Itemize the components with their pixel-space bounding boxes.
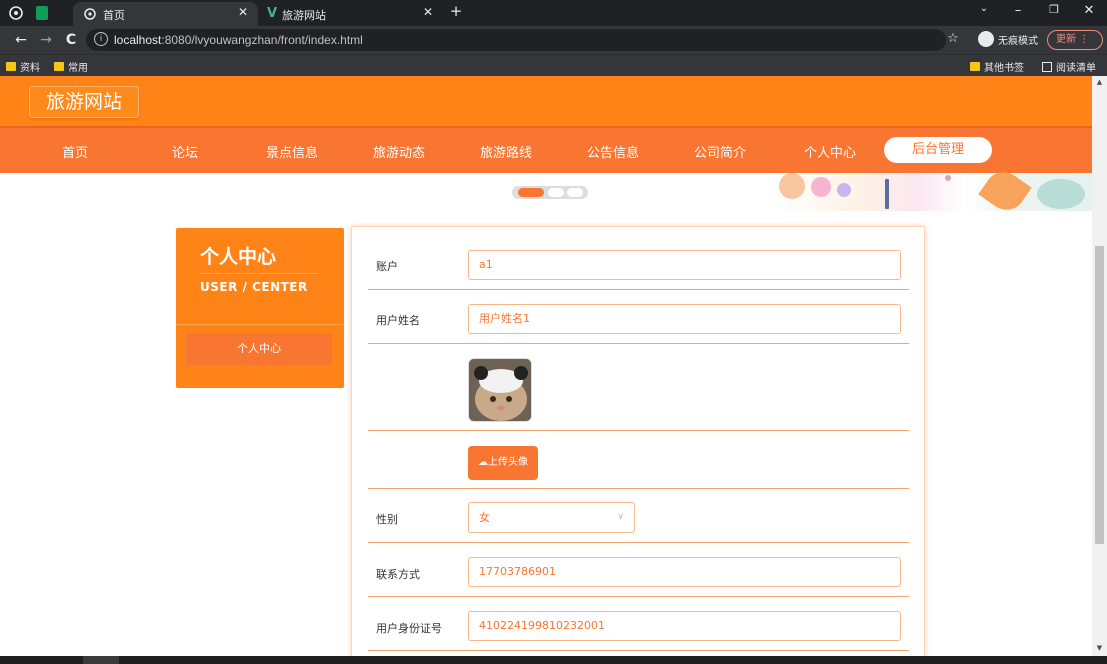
form-row-avatar <box>368 344 909 431</box>
avatar <box>468 358 532 422</box>
site-header: 旅游网站 <box>0 76 1092 126</box>
upload-avatar-button[interactable]: ☁上传头像 <box>468 446 538 480</box>
account-input[interactable]: a1 <box>468 250 901 280</box>
sidebar: 个人中心 USER / CENTER 个人中心 <box>176 228 344 388</box>
scroll-thumb[interactable] <box>1095 246 1104 544</box>
tab-travel-site[interactable]: V 旅游网站 ✕ <box>258 2 438 26</box>
phone-input[interactable]: 17703786901 <box>468 557 901 587</box>
other-bookmarks[interactable]: 其他书签 <box>970 59 1024 74</box>
nav-travel-routes[interactable]: 旅游路线 <box>480 142 532 161</box>
os-taskbar <box>0 656 1107 664</box>
sidebar-title: 个人中心 <box>200 246 277 268</box>
id-number-label: 用户身份证号 <box>376 622 442 635</box>
tab-close-icon[interactable]: ✕ <box>420 5 436 19</box>
browser-tab-bar: 首页 ✕ V 旅游网站 ✕ + ⌄ – ❐ ✕ <box>0 0 1107 26</box>
tab-title: 首页 <box>103 10 125 22</box>
scroll-down-icon[interactable]: ▼ <box>1095 644 1104 652</box>
divider <box>176 324 344 325</box>
folder-icon <box>970 62 980 71</box>
page-scrollbar[interactable]: ▲ ▼ <box>1092 76 1107 656</box>
form-row-id-number: 用户身份证号 410224199810232001 <box>368 597 909 651</box>
address-bar: ← → C i localhost:8080/lvyouwangzhan/fro… <box>0 26 1107 54</box>
incognito-icon[interactable] <box>978 31 994 47</box>
carousel-dot[interactable] <box>548 188 564 197</box>
incognito-label: 无痕模式 <box>998 36 1038 47</box>
info-icon[interactable]: i <box>94 32 108 46</box>
account-label: 账户 <box>376 260 398 273</box>
carousel-dot[interactable] <box>567 188 583 197</box>
nav-company-intro[interactable]: 公司简介 <box>694 142 746 161</box>
nav-home[interactable]: 首页 <box>62 142 88 161</box>
form-row-upload: ☁上传头像 <box>368 431 909 489</box>
reading-list[interactable]: 阅读清单 <box>1042 59 1096 74</box>
nav-personal-center[interactable]: 个人中心 <box>804 142 856 161</box>
sheets-app-icon[interactable] <box>36 6 48 20</box>
folder-icon <box>6 62 16 71</box>
form-row-phone: 联系方式 17703786901 <box>368 543 909 597</box>
taskbar-item[interactable] <box>83 656 119 664</box>
divider <box>200 273 320 274</box>
back-icon[interactable]: ← <box>12 31 30 49</box>
name-input[interactable]: 用户姓名1 <box>468 304 901 334</box>
tab-home[interactable]: 首页 ✕ <box>73 2 258 26</box>
profile-form: 账户 a1 用户姓名 用户姓名1 ☁上传头像 性别 女 ∨ 联系方式 17703… <box>351 226 925 656</box>
sidebar-item-personal-center[interactable]: 个人中心 <box>186 333 332 365</box>
carousel-dot-active[interactable] <box>518 188 544 197</box>
form-row-account: 账户 a1 <box>368 227 909 290</box>
gender-label: 性别 <box>376 513 398 526</box>
cloud-upload-icon: ☁ <box>478 457 488 468</box>
vue-logo-icon: V <box>266 5 278 21</box>
url-input[interactable]: i localhost:8080/lvyouwangzhan/front/ind… <box>86 29 959 51</box>
nav-attractions[interactable]: 景点信息 <box>266 142 318 161</box>
tab-search-icon[interactable]: ⌄ <box>972 3 996 14</box>
update-button[interactable]: 更新 ⋮ <box>1047 30 1103 50</box>
sidebar-subtitle: USER / CENTER <box>200 280 308 294</box>
phone-label: 联系方式 <box>376 568 420 581</box>
scroll-up-icon[interactable]: ▲ <box>1095 78 1104 86</box>
gender-select[interactable]: 女 ∨ <box>468 502 635 533</box>
site-logo[interactable]: 旅游网站 <box>29 86 139 118</box>
page-viewport: 旅游网站 首页 论坛 景点信息 旅游动态 旅游路线 公告信息 公司简介 个人中心… <box>0 76 1092 656</box>
bookmark-star-icon[interactable]: ☆ <box>944 30 962 48</box>
restore-icon[interactable]: ❐ <box>1042 3 1066 16</box>
tab-title: 旅游网站 <box>282 10 326 22</box>
form-row-gender: 性别 女 ∨ <box>368 489 909 543</box>
url-text: localhost:8080/lvyouwangzhan/front/index… <box>114 33 363 47</box>
main-nav: 首页 论坛 景点信息 旅游动态 旅游路线 公告信息 公司简介 个人中心 后台管理 <box>0 126 1092 173</box>
nav-forum[interactable]: 论坛 <box>172 142 198 161</box>
new-tab-icon[interactable]: + <box>444 2 468 20</box>
browser-menu-icon[interactable] <box>8 5 24 21</box>
folder-icon <box>54 62 64 71</box>
tab-close-icon[interactable]: ✕ <box>235 5 251 19</box>
nav-travel-news[interactable]: 旅游动态 <box>373 142 425 161</box>
reading-list-icon <box>1042 61 1052 72</box>
reload-icon[interactable]: C <box>62 31 80 49</box>
globe-icon <box>82 6 98 22</box>
chevron-down-icon: ∨ <box>617 512 624 522</box>
admin-button[interactable]: 后台管理 <box>884 137 992 163</box>
name-label: 用户姓名 <box>376 314 420 327</box>
banner-decoration <box>775 164 1092 218</box>
nav-announcements[interactable]: 公告信息 <box>587 142 639 161</box>
carousel-pagination <box>512 186 588 199</box>
bookmark-folder-materials[interactable]: 资料 <box>6 59 40 74</box>
form-row-name: 用户姓名 用户姓名1 <box>368 290 909 344</box>
bookmark-folder-common[interactable]: 常用 <box>54 59 88 74</box>
close-window-icon[interactable]: ✕ <box>1077 3 1101 18</box>
id-number-input[interactable]: 410224199810232001 <box>468 611 901 641</box>
bookmarks-bar: 资料 常用 其他书签 阅读清单 <box>0 54 1107 76</box>
forward-icon[interactable]: → <box>37 31 55 49</box>
minimize-icon[interactable]: – <box>1006 3 1030 18</box>
